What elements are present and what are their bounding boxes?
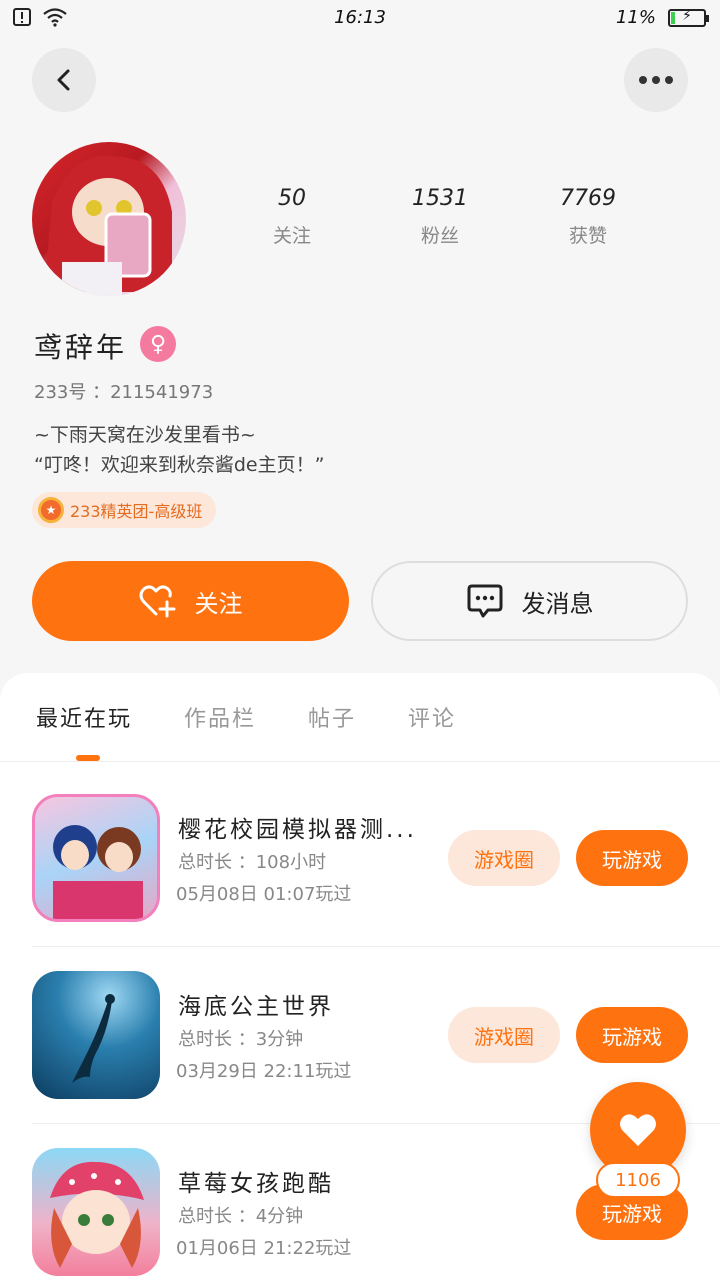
message-button[interactable]: 发消息 <box>371 561 688 641</box>
elite-badge[interactable]: ★ 233精英团-高级班 <box>32 492 217 528</box>
medal-icon: ★ <box>38 497 64 523</box>
female-icon: ♀ <box>140 326 176 362</box>
list-item[interactable]: 草莓女孩跑酷 总时长 ：4分钟 01月06日 21:22玩过 玩游戏 <box>32 1148 688 1276</box>
tab-posts[interactable]: 帖子 <box>308 701 356 733</box>
game-name: 草莓女孩跑酷 <box>178 1171 334 1197</box>
chevron-left-icon <box>57 69 70 91</box>
likes-count: 7769 <box>560 186 616 211</box>
following-label: 关注 <box>272 225 311 247</box>
game-circle-button[interactable]: 游戏圈 <box>448 1007 560 1063</box>
tab-comments[interactable]: 评论 <box>408 701 456 733</box>
user-id: 233号 ：211541973 <box>34 382 214 403</box>
game-duration: 总时长 ：4分钟 <box>178 1206 304 1227</box>
status-bar: 16:13 11% ⚡ <box>0 0 720 36</box>
list-item[interactable]: 海底公主世界 总时长 ：3分钟 03月29日 22:11玩过 游戏圈 玩游戏 <box>32 971 688 1099</box>
bio: ~下雨天窝在沙发里看书~ “叮咚！欢迎来到秋奈酱de主页！” <box>34 420 324 480</box>
likes-label: 获赞 <box>568 225 607 247</box>
list-divider <box>32 946 720 947</box>
chat-bubble-icon <box>467 584 502 618</box>
badge-label: 233精英团-高级班 <box>70 502 203 521</box>
game-name: 海底公主世界 <box>178 994 334 1020</box>
back-button[interactable] <box>32 48 96 112</box>
tabs-divider <box>0 761 720 762</box>
bio-line-2: “叮咚！欢迎来到秋奈酱de主页！” <box>34 454 325 476</box>
heart-icon <box>620 1114 656 1146</box>
game-icon <box>32 794 160 922</box>
play-game-button[interactable]: 玩游戏 <box>576 830 688 886</box>
game-last-played: 01月06日 21:22玩过 <box>176 1238 352 1259</box>
stat-likes[interactable]: 7769 获赞 <box>514 186 662 248</box>
like-count: 1106 <box>596 1162 680 1198</box>
battery-percent: 11% <box>615 7 656 28</box>
avatar-image <box>44 155 172 296</box>
game-duration: 总时长 ：108小时 <box>178 852 327 873</box>
stat-followers[interactable]: 1531 粉丝 <box>366 186 514 248</box>
username: 鸢辞年 <box>34 331 128 364</box>
heart-plus-icon <box>139 585 175 618</box>
play-game-button[interactable]: 玩游戏 <box>576 1007 688 1063</box>
tab-bar: 最近在玩 作品栏 帖子 评论 <box>36 701 456 733</box>
game-duration: 总时长 ：3分钟 <box>178 1029 304 1050</box>
following-count: 50 <box>278 186 306 211</box>
followers-count: 1531 <box>412 186 468 211</box>
more-button[interactable] <box>624 48 688 112</box>
game-last-played: 03月29日 22:11玩过 <box>176 1061 352 1082</box>
tab-recent[interactable]: 最近在玩 <box>36 701 132 733</box>
battery-icon: ⚡ <box>668 8 709 27</box>
bio-line-1: ~下雨天窝在沙发里看书~ <box>34 424 256 446</box>
follow-button[interactable]: 关注 <box>32 561 349 641</box>
clock: 16:13 <box>334 7 386 28</box>
avatar[interactable] <box>32 142 186 296</box>
message-label: 发消息 <box>521 589 594 618</box>
profile-stats: 50 关注 1531 粉丝 7769 获赞 <box>218 186 662 248</box>
stat-following[interactable]: 50 关注 <box>218 186 366 248</box>
more-horizontal-icon <box>639 76 673 84</box>
game-icon <box>32 971 160 1099</box>
tab-works[interactable]: 作品栏 <box>184 701 256 733</box>
game-name: 樱花校园模拟器测... <box>178 817 417 843</box>
game-last-played: 05月08日 01:07玩过 <box>176 884 352 905</box>
follow-label: 关注 <box>194 589 243 618</box>
game-icon <box>32 1148 160 1276</box>
game-circle-button[interactable]: 游戏圈 <box>448 830 560 886</box>
followers-label: 粉丝 <box>420 225 459 247</box>
list-item[interactable]: 樱花校园模拟器测... 总时长 ：108小时 05月08日 01:07玩过 游戏… <box>32 794 688 922</box>
